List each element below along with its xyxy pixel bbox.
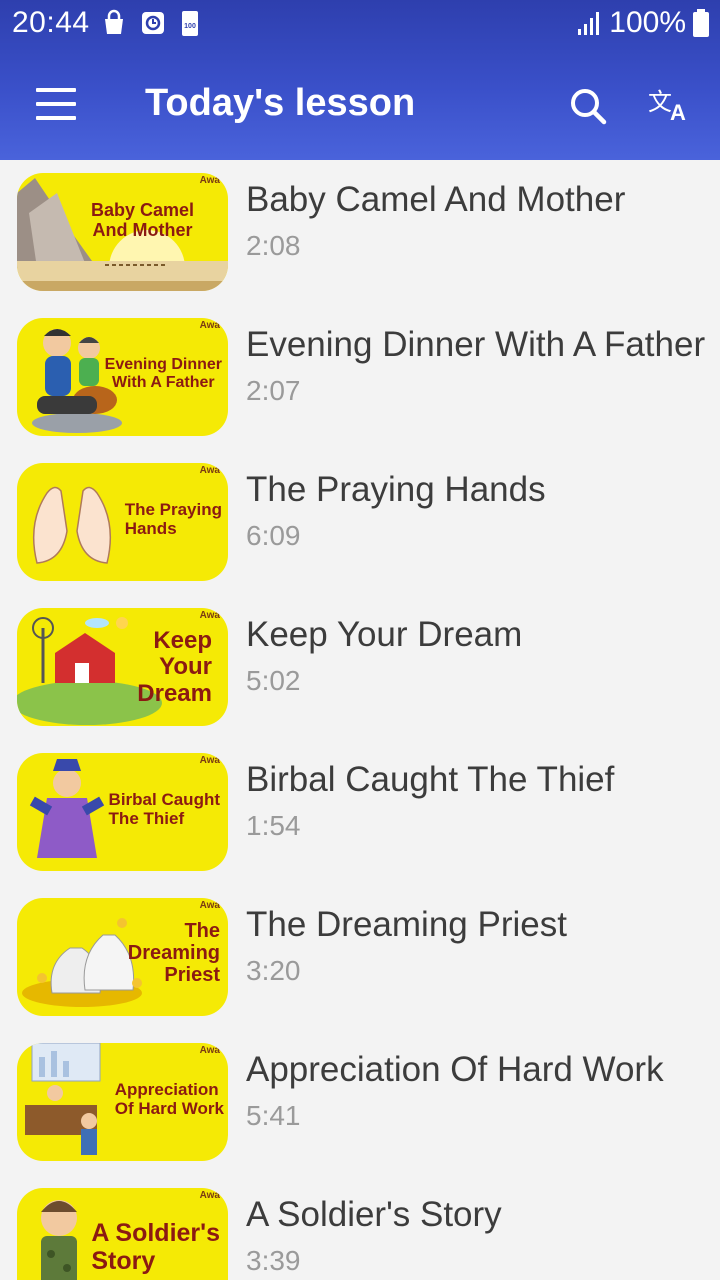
- battery-saver-label: 100: [184, 23, 196, 30]
- lesson-duration: 6:09: [246, 520, 301, 551]
- lesson-duration: 2:08: [246, 230, 301, 261]
- lesson-thumbnail: Awa Keep Your Dream: [17, 608, 228, 726]
- lesson-item[interactable]: Awa The Dreaming Priest The Dreaming Pries…: [0, 885, 720, 1030]
- lesson-duration: 3:39: [246, 1245, 301, 1276]
- search-button[interactable]: [562, 80, 614, 132]
- thumbnail-title: Evening Dinner With A Father: [104, 356, 222, 391]
- thumbnail-brand: Awa: [199, 900, 220, 911]
- thumbnail-brand: Awa: [199, 1190, 220, 1201]
- lesson-thumbnail: Awa Baby Camel And Mother: [17, 173, 228, 291]
- lesson-item[interactable]: Awa Birbal Caught The Thief Birbal Caught…: [0, 740, 720, 885]
- lesson-duration: 5:02: [246, 665, 301, 696]
- app-bar: Today's lesson 文 A: [0, 56, 720, 156]
- thumbnail-brand: Awa: [199, 320, 220, 331]
- svg-text:文: 文: [648, 88, 672, 116]
- page-title: Today's lesson: [145, 82, 416, 124]
- lesson-duration: 2:07: [246, 375, 301, 406]
- menu-button[interactable]: [26, 80, 86, 128]
- lesson-item[interactable]: Awa Keep Your Dream Keep Your Dream 5:02: [0, 595, 720, 740]
- lesson-thumbnail: Awa Birbal Caught The Thief: [17, 753, 228, 871]
- thumbnail-brand: Awa: [199, 1045, 220, 1056]
- lesson-thumbnail: Awa The Praying Hands: [17, 463, 228, 581]
- lesson-item[interactable]: Awa Evening Dinner With A Father Evening …: [0, 305, 720, 450]
- hamburger-line: [36, 116, 76, 120]
- lesson-title: Keep Your Dream: [246, 615, 523, 654]
- battery-saver-icon: 100: [182, 11, 198, 36]
- lesson-item[interactable]: Awa A Soldier's Story A Soldier's Story 3…: [0, 1175, 720, 1280]
- lesson-title: Evening Dinner With A Father: [246, 325, 706, 364]
- battery-percent: 100%: [609, 6, 686, 39]
- lesson-duration: 1:54: [246, 810, 301, 841]
- lesson-title: A Soldier's Story: [246, 1195, 502, 1234]
- thumbnail-title: Birbal Caught The Thief: [108, 790, 220, 828]
- lesson-title: The Praying Hands: [246, 470, 546, 509]
- status-bar: 20:44 100 100%: [0, 0, 720, 48]
- bag-icon: [105, 9, 123, 34]
- thumbnail-title: Appreciation Of Hard Work: [114, 1080, 224, 1118]
- thumbnail-title: The Praying Hands: [124, 500, 222, 538]
- thumbnail-title: The Dreaming Priest: [127, 920, 220, 986]
- thumbnail-title: A Soldier's Story: [91, 1219, 220, 1275]
- lesson-thumbnail: Awa The Dreaming Priest: [17, 898, 228, 1016]
- lesson-duration: 3:20: [246, 955, 301, 986]
- clock-app-icon: [142, 12, 164, 34]
- status-right-group: 100%: [577, 6, 710, 40]
- lesson-title: The Dreaming Priest: [246, 905, 567, 944]
- hamburger-line: [36, 102, 76, 106]
- signal-icon: [578, 12, 600, 35]
- lesson-item[interactable]: Awa The Praying Hands The Praying Hands 6…: [0, 450, 720, 595]
- translate-icon: 文 A: [648, 88, 686, 125]
- thumbnail-brand: Awa: [199, 755, 220, 766]
- lesson-thumbnail: Awa A Soldier's Story: [17, 1188, 228, 1280]
- lesson-title: Baby Camel And Mother: [246, 180, 626, 219]
- thumbnail-brand: Awa: [199, 465, 220, 476]
- lesson-thumbnail: Awa Evening Dinner With A Father: [17, 318, 228, 436]
- thumbnail-title: Baby Camel And Mother: [90, 200, 194, 240]
- thumbnail-title: Keep Your Dream: [137, 627, 212, 707]
- thumbnail-brand: Awa: [199, 610, 220, 621]
- lesson-title: Birbal Caught The Thief: [246, 760, 615, 799]
- lesson-title: Appreciation Of Hard Work: [246, 1050, 664, 1089]
- lesson-list: Awa Baby Camel And Mother Baby Camel And …: [0, 160, 720, 1280]
- svg-text:A: A: [670, 100, 686, 125]
- lesson-duration: 5:41: [246, 1100, 301, 1131]
- status-time: 20:44: [12, 6, 90, 39]
- battery-icon: [693, 9, 709, 37]
- lesson-thumbnail: Awa Appreciation Of Hard Work: [17, 1043, 228, 1161]
- lesson-item[interactable]: Awa Appreciation Of Hard Work Appreciatio…: [0, 1030, 720, 1175]
- thumbnail-brand: Awa: [199, 175, 220, 186]
- translate-button[interactable]: 文 A: [646, 80, 698, 132]
- lesson-item[interactable]: Awa Baby Camel And Mother Baby Camel And …: [0, 160, 720, 305]
- hamburger-menu-icon: [36, 88, 76, 92]
- search-icon: [571, 89, 607, 125]
- top-bar: 20:44 100 100% Today's lesson 文 A: [0, 0, 720, 160]
